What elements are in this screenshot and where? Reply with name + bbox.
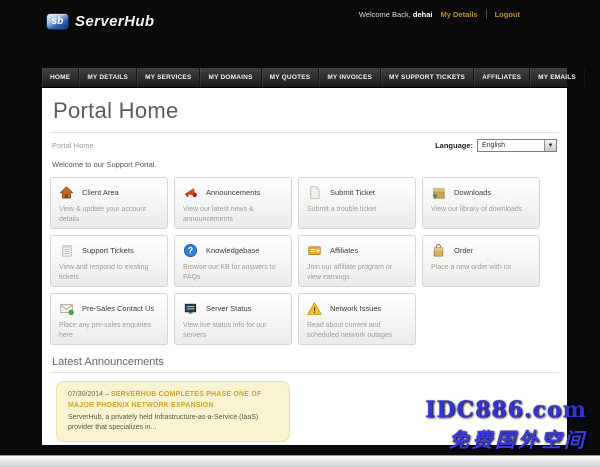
user-links: Welcome Back, dehai My Details Logout	[359, 9, 520, 19]
nav-tab-my-quotes[interactable]: MY QUOTES	[262, 68, 320, 87]
page-content: Portal Home Portal Home Language: Englis…	[42, 88, 567, 445]
shortcut-title: Submit Ticket	[330, 188, 376, 197]
shortcut-title: Support Tickets	[82, 246, 134, 255]
notepad-icon	[59, 243, 74, 258]
shortcut-grid: Client Area View & update your account d…	[42, 173, 567, 347]
welcome-text: Welcome Back, dehai	[358, 9, 433, 19]
shortcut-server-status[interactable]: Server Status View live status info for …	[174, 293, 292, 345]
shopping-bag-icon	[431, 243, 446, 258]
nav-tab-affiliates[interactable]: AFFILIATES	[474, 68, 531, 87]
shortcut-description: View our latest news & announcements	[183, 206, 254, 223]
shortcut-description: View our library of downloads	[431, 206, 523, 213]
shortcut-description: Place any pre-sales enquiries here	[59, 322, 151, 339]
shortcut-title: Affiliates	[330, 246, 359, 255]
nav-tab-my-emails[interactable]: MY EMAILS	[530, 68, 585, 87]
shortcut-client-area[interactable]: Client Area View & update your account d…	[50, 177, 168, 229]
language-label: Language:	[435, 141, 473, 150]
shortcut-description: View & update your account details	[59, 206, 147, 223]
page-title: Portal Home	[53, 98, 179, 123]
top-bar: sb ServerHub Welcome Back, dehai My Deta…	[0, 0, 600, 68]
megaphone-icon	[183, 185, 198, 200]
shortcut-description: View and respond to existing tickets	[59, 264, 149, 281]
language-picker: Language: English ▼	[435, 139, 557, 152]
divider	[485, 9, 487, 19]
shortcut-knowledgebase[interactable]: ? Knowledgebase Browse our KB for answer…	[174, 235, 292, 287]
shortcut-downloads[interactable]: Downloads View our library of downloads	[422, 177, 540, 229]
nav-tab-my-details[interactable]: MY DETAILS	[79, 68, 138, 87]
username: dehai	[412, 9, 433, 19]
server-icon	[183, 301, 198, 316]
shortcut-description: Read about current and scheduled network…	[307, 322, 393, 339]
breadcrumb[interactable]: Portal Home	[52, 141, 94, 150]
welcome-line: Welcome to our Support Portal.	[52, 160, 157, 169]
shortcut-pre-sales-contact-us[interactable]: Pre-Sales Contact Us Place any pre-sales…	[50, 293, 168, 345]
shortcut-title: Server Status	[206, 304, 252, 313]
shortcut-network-issues[interactable]: ! Network Issues Read about current and …	[298, 293, 416, 345]
shortcut-description: Join our affiliate program or view earni…	[307, 264, 393, 281]
shortcut-title: Knowledgebase	[206, 246, 260, 255]
download-box-icon	[431, 185, 446, 200]
bottom-strip	[0, 455, 600, 467]
page-icon	[307, 185, 322, 200]
shortcut-submit-ticket[interactable]: Submit Ticket Submit a trouble ticket	[298, 177, 416, 229]
envelope-icon	[59, 301, 74, 316]
announcements-heading: Latest Announcements	[52, 356, 164, 368]
divider	[50, 372, 559, 373]
svg-text:?: ?	[188, 246, 193, 256]
my-details-link[interactable]: My Details	[440, 10, 477, 19]
logo-text: ServerHub	[75, 13, 155, 30]
shortcut-support-tickets[interactable]: Support Tickets View and respond to exis…	[50, 235, 168, 287]
breadcrumb-row: Portal Home Language: English ▼	[42, 133, 567, 157]
nav-tab-my-support-tickets[interactable]: MY SUPPORT TICKETS	[381, 68, 475, 87]
shortcut-description: View live status info for our servers	[183, 322, 267, 339]
main-nav: HOME MY DETAILS MY SERVICES MY DOMAINS MY QU…	[42, 68, 585, 88]
language-selected-value: English	[482, 142, 505, 149]
shortcut-title: Pre-Sales Contact Us	[82, 304, 155, 313]
shortcut-title: Client Area	[82, 188, 119, 197]
nav-tab-my-domains[interactable]: MY DOMAINS	[200, 68, 262, 87]
announcement-excerpt: ServerHub, a privately held Infrastructu…	[68, 414, 259, 432]
serverhub-logo-icon: sb	[46, 13, 69, 30]
shortcut-affiliates[interactable]: Affiliates Join our affiliate program or…	[298, 235, 416, 287]
shortcut-order[interactable]: Order Place a new order with us	[422, 235, 540, 287]
shortcut-title: Order	[454, 246, 474, 255]
shortcut-description: Browse our KB for answers to FAQs	[183, 264, 276, 281]
announcement-date: 07/30/2014 –	[68, 391, 109, 398]
nav-tab-home[interactable]: HOME	[42, 68, 80, 87]
nav-tab-my-invoices[interactable]: MY INVOICES	[319, 68, 382, 87]
serverhub-logo[interactable]: sb ServerHub	[46, 13, 154, 30]
home-icon	[59, 185, 74, 200]
nav-tab-my-services[interactable]: MY SERVICES	[137, 68, 201, 87]
warning-icon: !	[307, 301, 322, 316]
svg-text:!: !	[313, 305, 316, 315]
shortcut-title: Network Issues	[330, 304, 382, 313]
language-select[interactable]: English ▼	[477, 139, 557, 152]
announcement-title-line: 07/30/2014 – SERVERHUB COMPLETES PHASE O…	[68, 390, 278, 411]
card-icon	[307, 243, 322, 258]
shortcut-announcements[interactable]: Announcements View our latest news & ann…	[174, 177, 292, 229]
shortcut-title: Announcements	[206, 188, 261, 197]
shortcut-description: Submit a trouble ticket	[307, 206, 377, 213]
shortcut-title: Downloads	[454, 188, 492, 197]
chevron-down-icon[interactable]: ▼	[544, 140, 556, 151]
shortcut-description: Place a new order with us	[431, 264, 512, 271]
logout-link[interactable]: Logout	[495, 10, 520, 19]
question-icon: ?	[183, 243, 198, 258]
announcement-item: 07/30/2014 – SERVERHUB COMPLETES PHASE O…	[56, 381, 290, 443]
